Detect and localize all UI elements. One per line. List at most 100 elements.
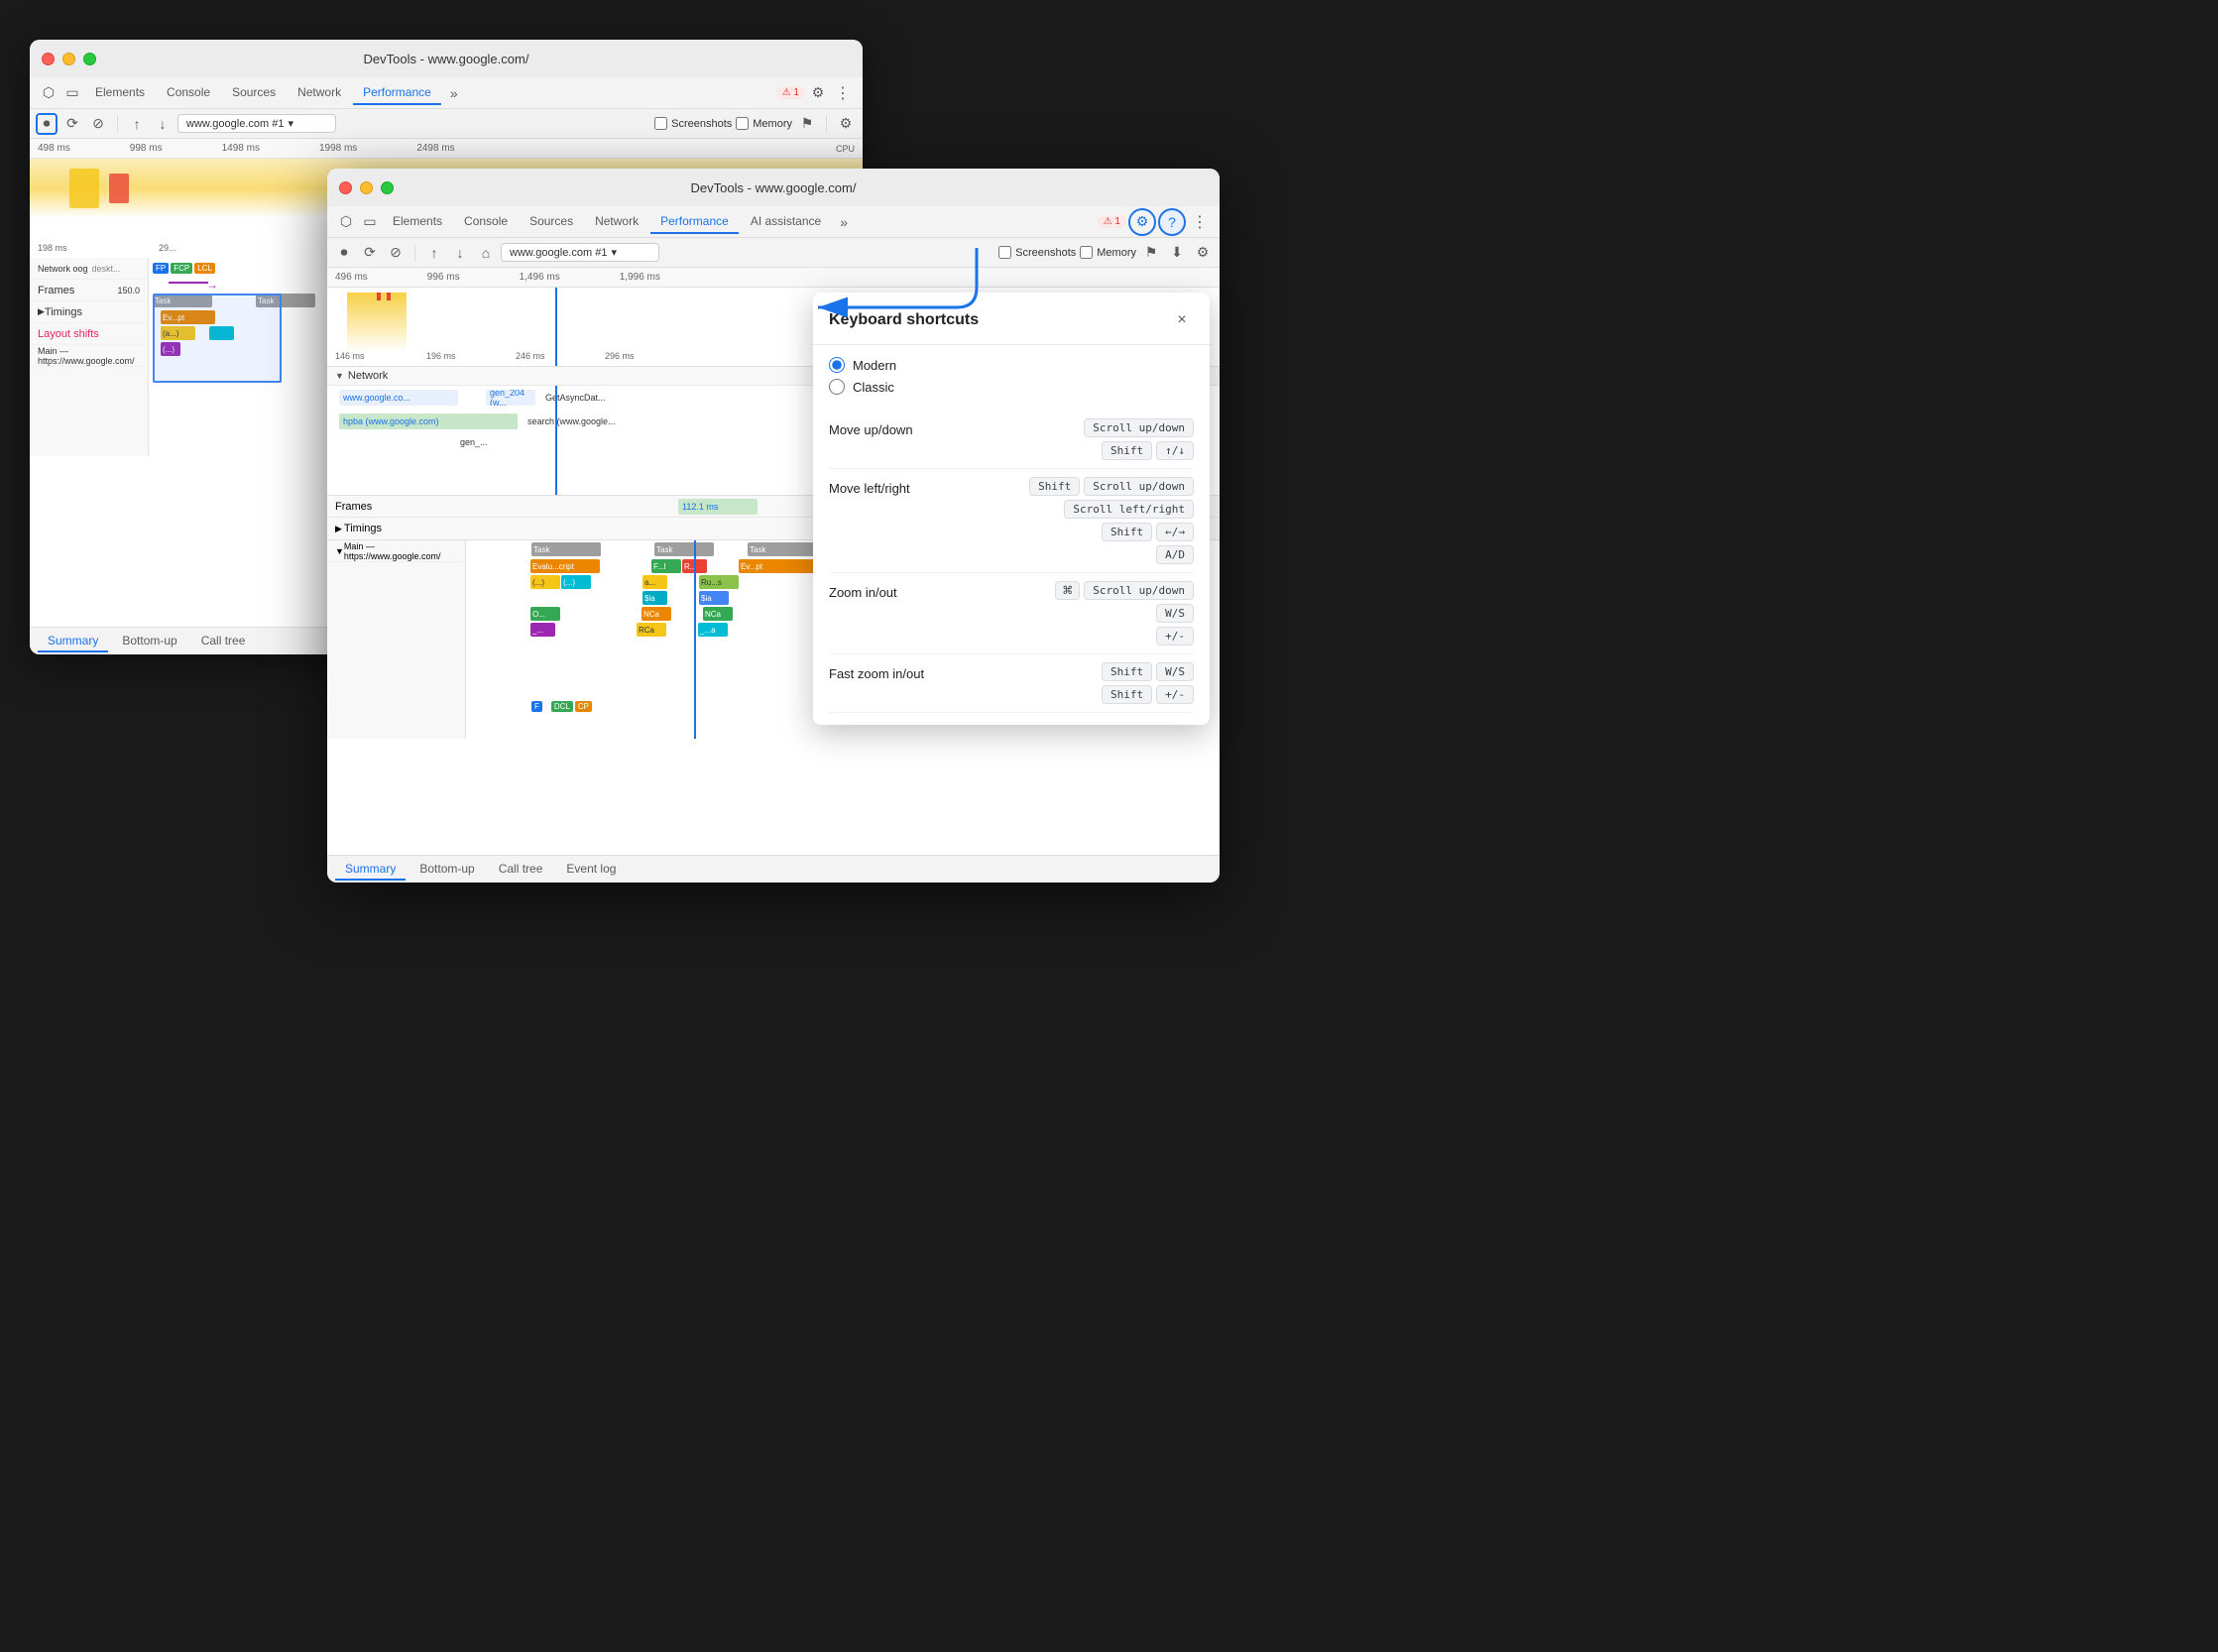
fg-clear-button[interactable]: ⊘	[385, 242, 407, 264]
bg-url-dropdown[interactable]: ▾	[288, 117, 293, 130]
bg-tab-elements[interactable]: Elements	[85, 81, 155, 105]
fg-nca-2-task: NCa	[703, 607, 733, 621]
fg-tab-console[interactable]: Console	[454, 210, 518, 234]
fg-settings-icon[interactable]: ⚙	[1128, 208, 1156, 236]
fg-shortcuts-icon[interactable]: ?	[1158, 208, 1186, 236]
bg-maximize-button[interactable]	[83, 53, 96, 65]
fg-sub-mark-2: 196 ms	[426, 351, 456, 361]
kbd-plus-minus-2: +/-	[1156, 685, 1194, 704]
bg-bottom-tab-bottom-up[interactable]: Bottom-up	[112, 631, 186, 652]
shortcuts-panel: Keyboard shortcuts × Modern Classic Move…	[813, 293, 1210, 725]
bg-more-options[interactable]: ⋮	[831, 83, 855, 103]
shortcuts-mode-modern[interactable]: Modern	[829, 357, 1194, 373]
fg-close-button[interactable]	[339, 181, 352, 194]
fg-net-label-1: GetAsyncDat...	[543, 391, 608, 405]
bg-task-gray: Task	[153, 294, 212, 307]
bg-upload-button[interactable]: ↑	[126, 113, 148, 135]
fg-capture-settings[interactable]: ⚑	[1140, 242, 1162, 264]
fg-bottom-tab-bottom-up[interactable]: Bottom-up	[409, 859, 484, 881]
fg-mark-1: 496 ms	[335, 272, 368, 283]
bg-bottom-tab-summary[interactable]: Summary	[38, 631, 108, 652]
kbd-scroll-updown-3: Scroll up/down	[1084, 581, 1194, 600]
fg-url-bar[interactable]: www.google.com #1 ▾	[501, 243, 659, 262]
fg-main-triangle: ▼	[335, 546, 344, 556]
bg-screenshots-checkbox[interactable]: Screenshots	[654, 117, 732, 130]
fg-timings-label: Timings	[344, 523, 382, 534]
fg-perf-settings[interactable]: ⚙	[1192, 242, 1214, 264]
fg-inspect-icon[interactable]: ⬡	[335, 211, 357, 233]
bg-settings-icon[interactable]: ⚙	[807, 82, 829, 104]
bg-record-button[interactable]: ⏺	[36, 113, 58, 135]
fg-o-task: O...	[530, 607, 560, 621]
bg-more-tabs[interactable]: »	[443, 82, 465, 104]
bg-cpu-spike-2	[109, 174, 129, 203]
bg-capture-settings[interactable]: ⚑	[796, 113, 818, 135]
bg-perf-settings[interactable]: ⚙	[835, 113, 857, 135]
fg-reload-record-button[interactable]: ⟳	[359, 242, 381, 264]
fg-rca-task: RCa	[637, 623, 666, 637]
bg-minimize-button[interactable]	[62, 53, 75, 65]
bg-url-text: www.google.com #1	[186, 118, 284, 130]
bg-mark-3: 1498 ms	[222, 143, 260, 154]
fg-ev-task: Ev...pt	[739, 559, 818, 573]
shortcuts-panel-title: Keyboard shortcuts	[829, 311, 979, 329]
kbd-shift-5: Shift	[1102, 685, 1152, 704]
fg-sia-2-task: $ia	[699, 591, 729, 605]
bg-reload-record-button[interactable]: ⟳	[61, 113, 83, 135]
bg-tab-console[interactable]: Console	[157, 81, 220, 105]
shortcuts-close-button[interactable]: ×	[1170, 308, 1194, 332]
shortcuts-mode-group: Modern Classic	[829, 357, 1194, 395]
fg-url-text: www.google.com #1	[510, 247, 607, 259]
fg-upload-button[interactable]: ↑	[423, 242, 445, 264]
fg-tab-sources[interactable]: Sources	[520, 210, 583, 234]
fg-ru-task: Ru...s	[699, 575, 739, 589]
fg-filter-icon[interactable]: ⬇	[1166, 242, 1188, 264]
fg-tab-elements[interactable]: Elements	[383, 210, 452, 234]
fg-device-icon[interactable]: ▭	[359, 211, 381, 233]
bg-clear-button[interactable]: ⊘	[87, 113, 109, 135]
fg-bottom-tab-summary[interactable]: Summary	[335, 859, 406, 881]
shortcuts-mode-classic[interactable]: Classic	[829, 379, 1194, 395]
kbd-plus-minus: +/-	[1156, 627, 1194, 646]
fg-screenshots-checkbox[interactable]: Screenshots	[998, 246, 1076, 259]
fg-bottom-tab-call-tree[interactable]: Call tree	[489, 859, 553, 881]
bg-close-button[interactable]	[42, 53, 55, 65]
fg-red-mark-1	[377, 293, 381, 300]
fg-net-label-2: search (www.google...	[525, 414, 618, 428]
fg-bottom-tab-event-log[interactable]: Event log	[556, 859, 626, 881]
fg-tab-toolbar: ⬡ ▭ Elements Console Sources Network Per…	[327, 206, 1220, 238]
fg-more-options[interactable]: ⋮	[1188, 212, 1212, 232]
bg-download-button[interactable]: ↓	[152, 113, 174, 135]
bg-bottom-tab-call-tree[interactable]: Call tree	[191, 631, 256, 652]
fg-frames-label: Frames	[335, 501, 372, 513]
fg-bottom-tabs: Summary Bottom-up Call tree Event log	[327, 855, 1220, 883]
bg-sub-toolbar: ⏺ ⟳ ⊘ ↑ ↓ www.google.com #1 ▾ Screenshot…	[30, 109, 863, 139]
bg-ev-task: Ev...pt	[161, 310, 215, 324]
fg-tab-performance[interactable]: Performance	[650, 210, 739, 234]
bg-tab-network[interactable]: Network	[288, 81, 351, 105]
fg-tab-ai[interactable]: AI assistance	[741, 210, 831, 234]
fg-nca-task: NCa	[642, 607, 671, 621]
bg-mark-1: 498 ms	[38, 143, 70, 154]
fg-flame-cursor	[694, 540, 696, 739]
bg-fp-badge: FP	[153, 263, 169, 274]
fg-home-button[interactable]: ⌂	[475, 242, 497, 264]
fg-maximize-button[interactable]	[381, 181, 394, 194]
shortcut-row-zoom: Zoom in/out ⌘ Scroll up/down W/S +/-	[829, 573, 1194, 654]
fg-record-button[interactable]: ⏺	[333, 242, 355, 264]
fg-memory-checkbox[interactable]: Memory	[1080, 246, 1136, 259]
bg-url-bar[interactable]: www.google.com #1 ▾	[177, 114, 336, 133]
fg-url-dropdown[interactable]: ▾	[611, 246, 617, 259]
fg-minimize-button[interactable]	[360, 181, 373, 194]
kbd-shift-3: Shift	[1102, 523, 1152, 541]
fg-tab-network[interactable]: Network	[585, 210, 648, 234]
bg-memory-checkbox[interactable]: Memory	[736, 117, 792, 130]
bg-tab-performance[interactable]: Performance	[353, 81, 441, 105]
fg-more-tabs[interactable]: »	[833, 211, 855, 233]
shortcut-action-zoom: Zoom in/out	[829, 581, 948, 600]
bg-device-icon[interactable]: ▭	[61, 82, 83, 104]
bg-inspect-icon[interactable]: ⬡	[38, 82, 59, 104]
bg-tab-sources[interactable]: Sources	[222, 81, 286, 105]
fg-net-bar-3: hpba (www.google.com)	[339, 413, 518, 429]
fg-download-button[interactable]: ↓	[449, 242, 471, 264]
